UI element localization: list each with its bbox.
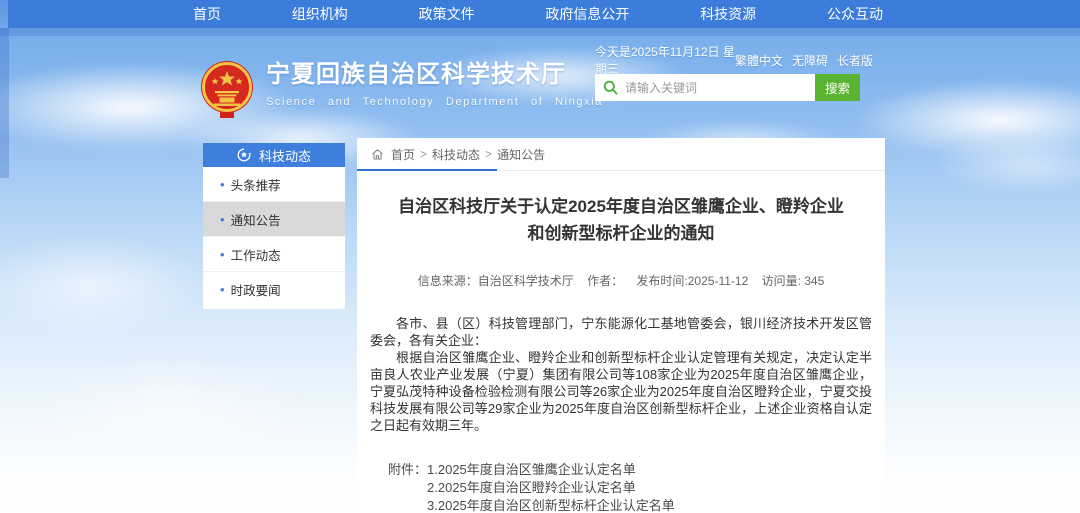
breadcrumb: 首页 > 科技动态 > 通知公告 — [357, 138, 885, 171]
attachments-label: 附件： — [388, 461, 427, 513]
cloud-decoration — [30, 355, 310, 465]
page-frame-edge — [0, 28, 9, 178]
meta-published: 发布时间:2025-11-12 — [636, 274, 748, 288]
article-title-line2: 和创新型标杆企业的通知 — [370, 220, 872, 247]
national-emblem-icon — [200, 60, 254, 120]
breadcrumb-active-underline — [357, 169, 497, 171]
circular-star-icon — [237, 148, 251, 162]
sidebar-sci-tech-news: 科技动态 • 头条推荐 • 通知公告 • 工作动态 • 时政要闻 — [203, 143, 345, 309]
accessibility-link[interactable]: 无障碍 — [792, 52, 828, 69]
meta-visits: 访问量: 345 — [762, 274, 825, 288]
header-utility-row: 今天是2025年11月12日 星期三 繁體中文 无障碍 长者版 — [595, 52, 873, 68]
search-button[interactable]: 搜索 — [815, 74, 860, 101]
sidebar-title: 科技动态 — [259, 146, 311, 165]
bullet-icon: • — [220, 248, 225, 261]
article: 自治区科技厅关于认定2025年度自治区雏鹰企业、瞪羚企业 和创新型标杆企业的通知… — [357, 193, 885, 513]
search-icon — [603, 80, 618, 95]
sidebar-item-current-politics[interactable]: • 时政要闻 — [203, 272, 345, 307]
search-input[interactable] — [595, 74, 815, 101]
cloud-decoration — [0, 235, 210, 335]
nav-item-policy-documents[interactable]: 政策文件 — [419, 4, 475, 24]
nav-item-public-interaction[interactable]: 公众互动 — [827, 4, 883, 24]
language-links: 繁體中文 无障碍 长者版 — [735, 52, 873, 69]
sidebar-item-label: 头条推荐 — [231, 175, 281, 194]
current-date: 今天是2025年11月12日 星期三 — [595, 43, 735, 77]
sidebar-item-label: 工作动态 — [231, 245, 281, 264]
sidebar-item-notices[interactable]: • 通知公告 — [203, 202, 345, 237]
attachment-link-3[interactable]: 3.2025年度自治区创新型标杆企业认定名单 — [427, 497, 675, 513]
cloud-decoration — [930, 135, 1080, 195]
breadcrumb-notices[interactable]: 通知公告 — [497, 146, 545, 163]
breadcrumb-sci-tech-news[interactable]: 科技动态 — [432, 146, 480, 163]
breadcrumb-separator: > — [420, 147, 427, 161]
top-navigation-bar: 首页 组织机构 政策文件 政府信息公开 科技资源 公众互动 — [8, 0, 1080, 28]
site-logo[interactable]: 宁夏回族自治区科学技术厅 Science and Technology Depa… — [200, 60, 603, 120]
page-frame-edge — [0, 28, 1080, 36]
bullet-icon: • — [220, 178, 225, 191]
attachment-link-2[interactable]: 2.2025年度自治区瞪羚企业认定名单 — [427, 479, 675, 497]
sidebar-header: 科技动态 — [203, 143, 345, 167]
bullet-icon: • — [220, 213, 225, 226]
article-body: 各市、县（区）科技管理部门，宁东能源化工基地管委会，银川经济技术开发区管委会，各… — [370, 315, 872, 434]
sidebar-item-label: 时政要闻 — [231, 280, 281, 299]
article-paragraph-main: 根据自治区雏鹰企业、瞪羚企业和创新型标杆企业认定管理有关规定，决定认定半亩良人农… — [370, 349, 872, 434]
meta-author: 作者： — [587, 274, 623, 288]
traditional-chinese-link[interactable]: 繁體中文 — [735, 52, 783, 69]
site-name: 宁夏回族自治区科学技术厅 — [266, 60, 603, 90]
sidebar-item-headline-recommend[interactable]: • 头条推荐 — [203, 167, 345, 202]
sidebar-item-label: 通知公告 — [231, 210, 281, 229]
site-title: 宁夏回族自治区科学技术厅 Science and Technology Depa… — [266, 60, 603, 108]
article-title: 自治区科技厅关于认定2025年度自治区雏鹰企业、瞪羚企业 和创新型标杆企业的通知 — [370, 193, 872, 247]
elderly-version-link[interactable]: 长者版 — [837, 52, 873, 69]
site-name-english: Science and Technology Department of Nin… — [266, 96, 603, 108]
nav-item-gov-info-disclosure[interactable]: 政府信息公开 — [545, 4, 629, 24]
sidebar-item-work-news[interactable]: • 工作动态 — [203, 237, 345, 272]
article-title-line1: 自治区科技厅关于认定2025年度自治区雏鹰企业、瞪羚企业 — [370, 193, 872, 220]
meta-source: 信息来源：自治区科学技术厅 — [418, 274, 574, 288]
nav-item-home[interactable]: 首页 — [193, 4, 221, 24]
attachments-list: 1.2025年度自治区雏鹰企业认定名单 2.2025年度自治区瞪羚企业认定名单 … — [427, 461, 675, 513]
attachment-link-1[interactable]: 1.2025年度自治区雏鹰企业认定名单 — [427, 461, 675, 479]
breadcrumb-home[interactable]: 首页 — [391, 146, 415, 163]
main-content-panel: 首页 > 科技动态 > 通知公告 自治区科技厅关于认定2025年度自治区雏鹰企业… — [357, 138, 885, 513]
article-meta: 信息来源：自治区科学技术厅 作者： 发布时间:2025-11-12 访问量: 3… — [370, 272, 872, 289]
top-navigation-items: 首页 组织机构 政策文件 政府信息公开 科技资源 公众互动 — [193, 0, 883, 28]
breadcrumb-separator: > — [485, 147, 492, 161]
article-paragraph-salutation: 各市、县（区）科技管理部门，宁东能源化工基地管委会，银川经济技术开发区管委会，各… — [370, 315, 872, 349]
attachments-block: 附件： 1.2025年度自治区雏鹰企业认定名单 2.2025年度自治区瞪羚企业认… — [388, 461, 872, 513]
search-input-wrap — [595, 74, 815, 101]
nav-item-sci-tech-resources[interactable]: 科技资源 — [700, 4, 756, 24]
nav-item-organization[interactable]: 组织机构 — [292, 4, 348, 24]
search-bar: 搜索 — [595, 74, 860, 101]
bullet-icon: • — [220, 283, 225, 296]
home-icon — [371, 148, 384, 161]
